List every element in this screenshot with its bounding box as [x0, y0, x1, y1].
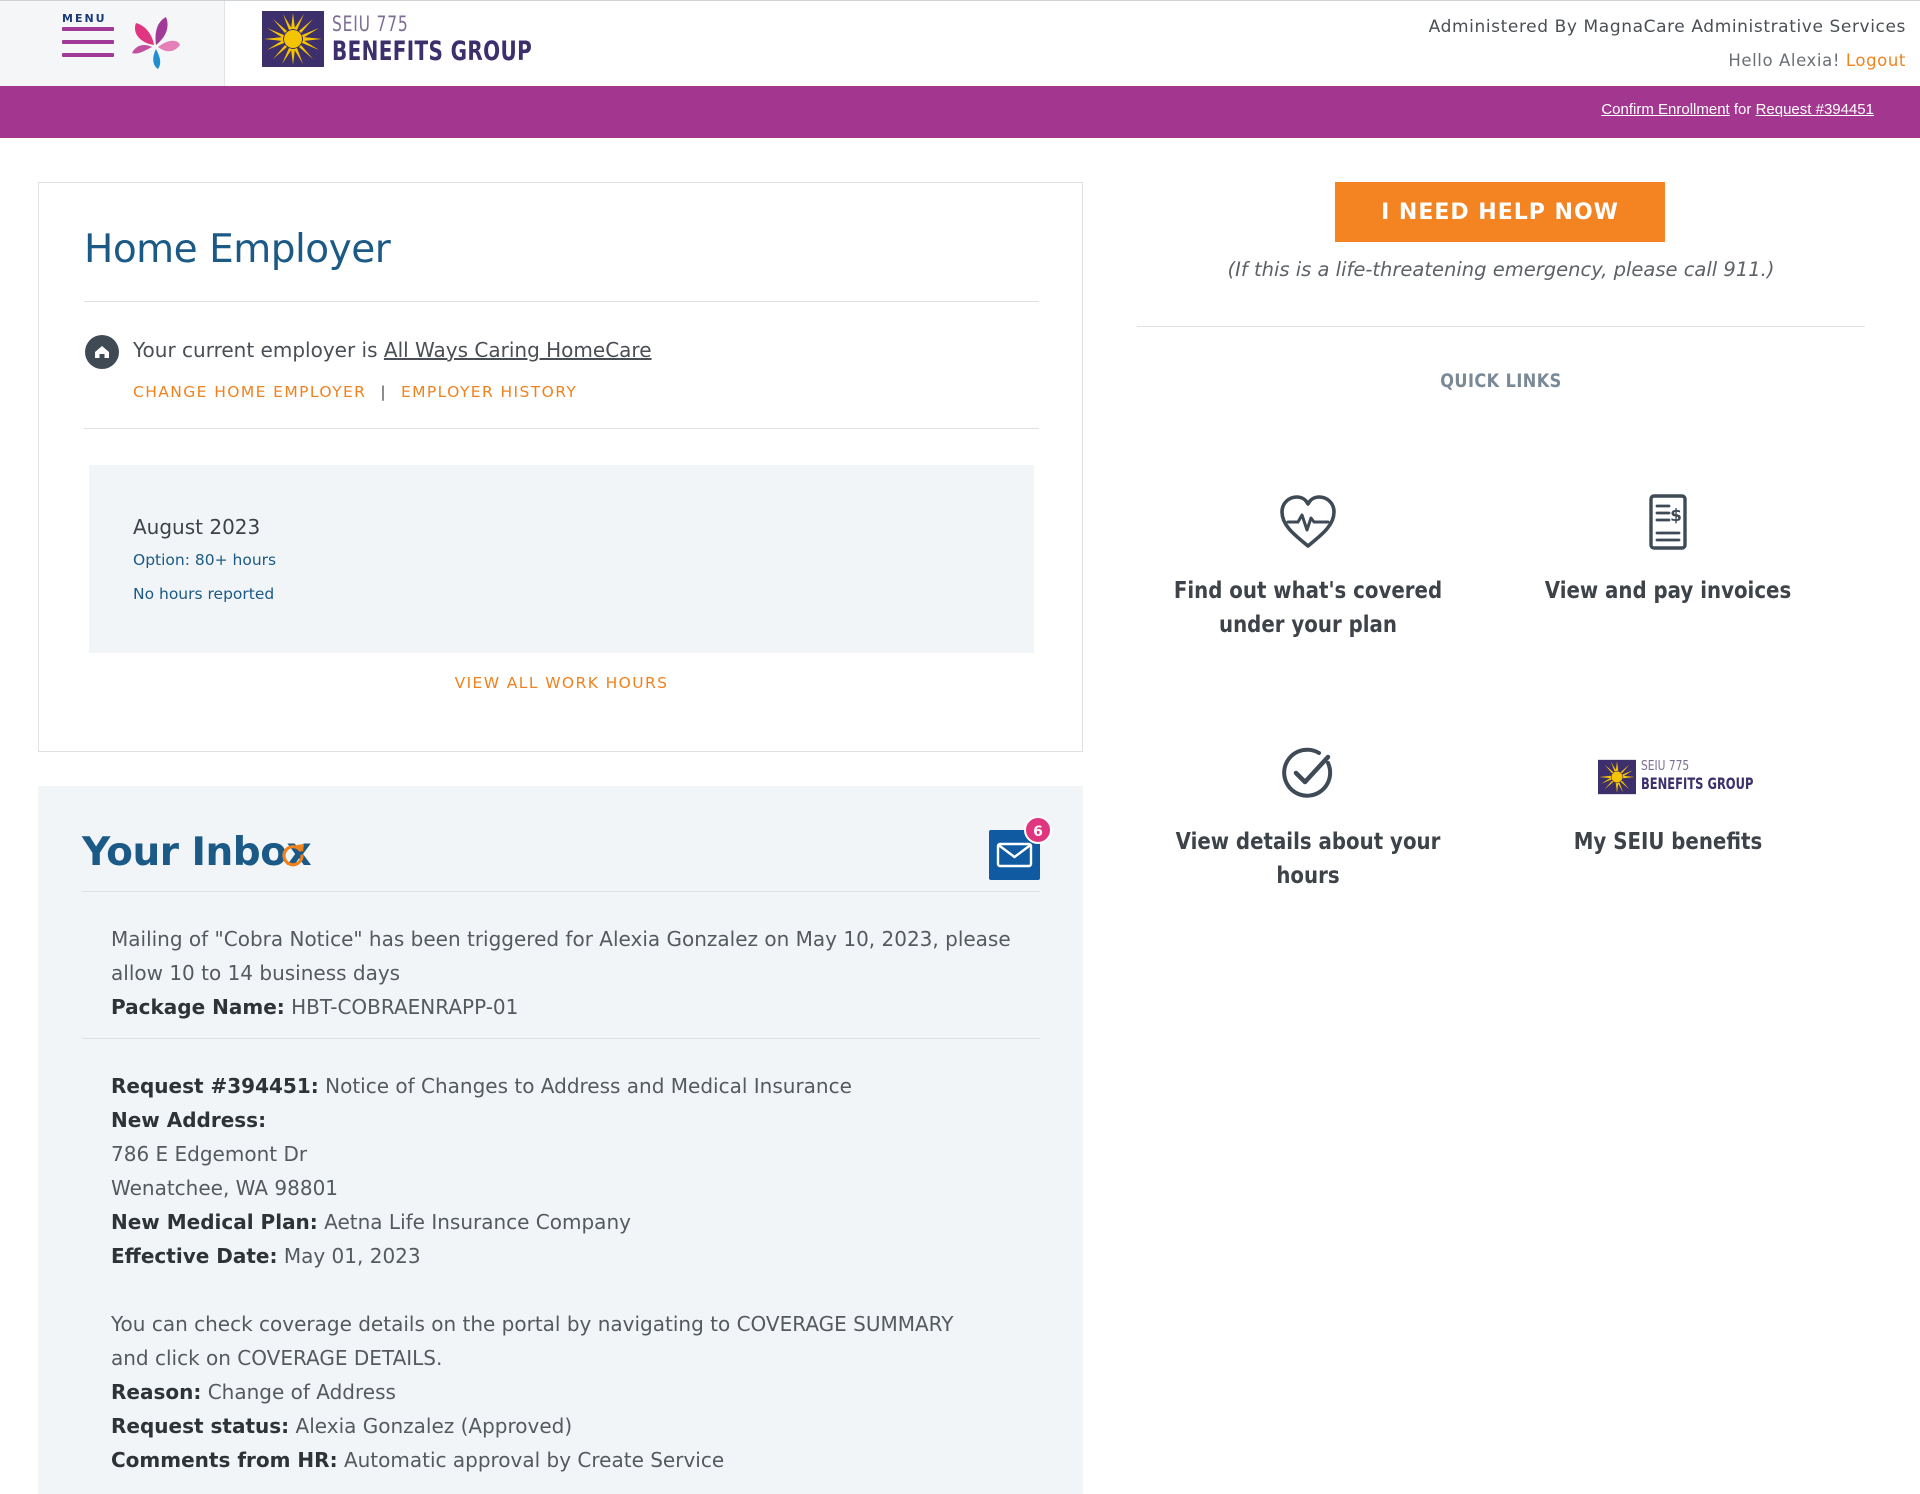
hamburger-line [62, 53, 114, 57]
home-employer-title: Home Employer [84, 227, 391, 272]
address-row: New Address: [111, 1103, 1011, 1137]
seiu-logo-icon: SEIU 775 BENEFITS GROUP [1598, 759, 1753, 799]
comments-row: Comments from HR: Automatic approval by … [111, 1443, 1011, 1477]
quick-link-label: My SEIU benefits [1573, 829, 1763, 855]
seiu-logo-line2: BENEFITS GROUP [1641, 774, 1754, 793]
menu-button[interactable]: MENU [60, 12, 116, 68]
current-employer-prefix: Your current employer is [133, 338, 378, 362]
coverage-note: You can check coverage details on the po… [111, 1312, 954, 1370]
hamburger-icon [62, 27, 114, 31]
reason-row: Reason: Change of Address [111, 1375, 1011, 1409]
effective-label: Effective Date: [111, 1244, 278, 1268]
package-label: Package Name: [111, 995, 285, 1019]
menu-block: MENU [0, 1, 225, 86]
divider [82, 891, 1040, 892]
logout-link[interactable]: Logout [1846, 51, 1906, 70]
current-employer-text: Your current employer is All Ways Caring… [133, 338, 652, 362]
view-all-work-hours-link[interactable]: VIEW ALL WORK HOURS [39, 674, 1084, 692]
divider [1137, 326, 1865, 327]
sun-logo-icon [262, 11, 324, 67]
package-row: Package Name: HBT-COBRAENRAPP-01 [111, 990, 1011, 1024]
inbox-panel: Your Inbox 6 Mailing of "Cobra Notice" h… [38, 786, 1083, 1494]
reason-label: Reason: [111, 1380, 202, 1404]
home-employer-card: Home Employer Your current employer is A… [38, 182, 1083, 752]
message-text: Mailing of "Cobra Notice" has been trigg… [111, 927, 1011, 985]
brand-name-line2: BENEFITS GROUP [332, 36, 533, 67]
quick-link-label: Find out what's covered under your plan [1173, 578, 1443, 638]
divider [84, 301, 1039, 302]
inbox-title: Your Inbox [82, 830, 312, 875]
hours-option: Option: 80+ hours [133, 551, 277, 569]
menu-label: MENU [62, 12, 107, 25]
request-value: Notice of Changes to Address and Medical… [325, 1074, 852, 1098]
check-circle-icon [1282, 747, 1333, 798]
request-link[interactable]: Request #394451 [1756, 101, 1874, 118]
effective-value: May 01, 2023 [283, 1244, 421, 1268]
reason-value: Change of Address [207, 1380, 396, 1404]
quick-link-label: View and pay invoices [1544, 578, 1792, 604]
sun-logo-icon [1598, 759, 1636, 795]
plan-value: Aetna Life Insurance Company [324, 1210, 631, 1234]
emergency-note: (If this is a life-threatening emergency… [1227, 258, 1775, 281]
administered-by-text: Administered By MagnaCare Administrative… [1428, 17, 1906, 37]
address-line2: Wenatchee, WA 98801 [111, 1176, 339, 1200]
hours-status: No hours reported [133, 585, 275, 603]
status-value: Alexia Gonzalez (Approved) [295, 1414, 573, 1438]
brand-name-line1: SEIU 775 [332, 12, 409, 36]
hours-month: August 2023 [133, 515, 261, 539]
user-greeting-row: Hello Alexia! Logout [1728, 51, 1906, 70]
top-header: MENU SEIU 775 BENEFITS GROUP Administere… [0, 0, 1920, 86]
action-separator: | [380, 383, 387, 401]
flower-logo-icon [132, 17, 180, 69]
status-label: Request status: [111, 1414, 290, 1438]
invoice-icon: $ [1649, 494, 1687, 550]
inbox-message[interactable]: Mailing of "Cobra Notice" has been trigg… [111, 922, 1011, 1024]
divider [82, 1038, 1040, 1039]
quick-link-icon-wrap: SEIU 775 BENEFITS GROUP [1488, 741, 1848, 805]
quick-link-icon-wrap: $ [1488, 490, 1848, 554]
need-help-now-button[interactable]: I NEED HELP NOW [1335, 182, 1665, 242]
confirm-enrollment-link[interactable]: Confirm Enrollment [1601, 101, 1729, 118]
quick-link-icon-wrap [1128, 741, 1488, 805]
hamburger-line [62, 40, 114, 44]
divider [84, 428, 1039, 429]
notice-bar-text: Confirm Enrollment for Request #394451 [1601, 101, 1874, 118]
address-label: New Address: [111, 1108, 267, 1132]
inbox-message[interactable]: Request #394451: Notice of Changes to Ad… [111, 1069, 1011, 1477]
comments-label: Comments from HR: [111, 1448, 338, 1472]
effective-row: Effective Date: May 01, 2023 [111, 1239, 1011, 1273]
address-line1: 786 E Edgemont Dr [111, 1142, 308, 1166]
unread-count-badge: 6 [1024, 816, 1052, 844]
request-row: Request #394451: Notice of Changes to Ad… [111, 1069, 1011, 1103]
request-label: Request #394451: [111, 1074, 319, 1098]
heartbeat-icon [1280, 495, 1336, 548]
quick-link-icon-wrap [1128, 490, 1488, 554]
plan-row: New Medical Plan: Aetna Life Insurance C… [111, 1205, 1011, 1239]
quick-links-title: QUICK LINKS [1440, 370, 1562, 392]
refresh-icon[interactable] [278, 840, 308, 870]
house-icon [85, 335, 119, 369]
status-row: Request status: Alexia Gonzalez (Approve… [111, 1409, 1011, 1443]
plan-label: New Medical Plan: [111, 1210, 318, 1234]
work-hours-summary: August 2023 Option: 80+ hours No hours r… [89, 465, 1034, 653]
package-value: HBT-COBRAENRAPP-01 [291, 995, 519, 1019]
notice-for-text: for [1733, 101, 1752, 118]
notice-bar: Confirm Enrollment for Request #394451 [0, 86, 1920, 138]
employer-actions: CHANGE HOME EMPLOYER | EMPLOYER HISTORY [133, 383, 577, 401]
comments-value: Automatic approval by Create Service [343, 1448, 725, 1472]
quick-link-label: View details about your hours [1175, 829, 1441, 889]
brand-logo[interactable]: SEIU 775 BENEFITS GROUP [262, 11, 532, 71]
change-home-employer-link[interactable]: CHANGE HOME EMPLOYER [133, 383, 366, 401]
svg-text:$: $ [1670, 506, 1682, 526]
employer-name-link[interactable]: All Ways Caring HomeCare [384, 338, 652, 362]
greeting-text: Hello Alexia! [1728, 51, 1841, 70]
seiu-logo-line1: SEIU 775 [1641, 759, 1690, 774]
employer-history-link[interactable]: EMPLOYER HISTORY [401, 383, 577, 401]
